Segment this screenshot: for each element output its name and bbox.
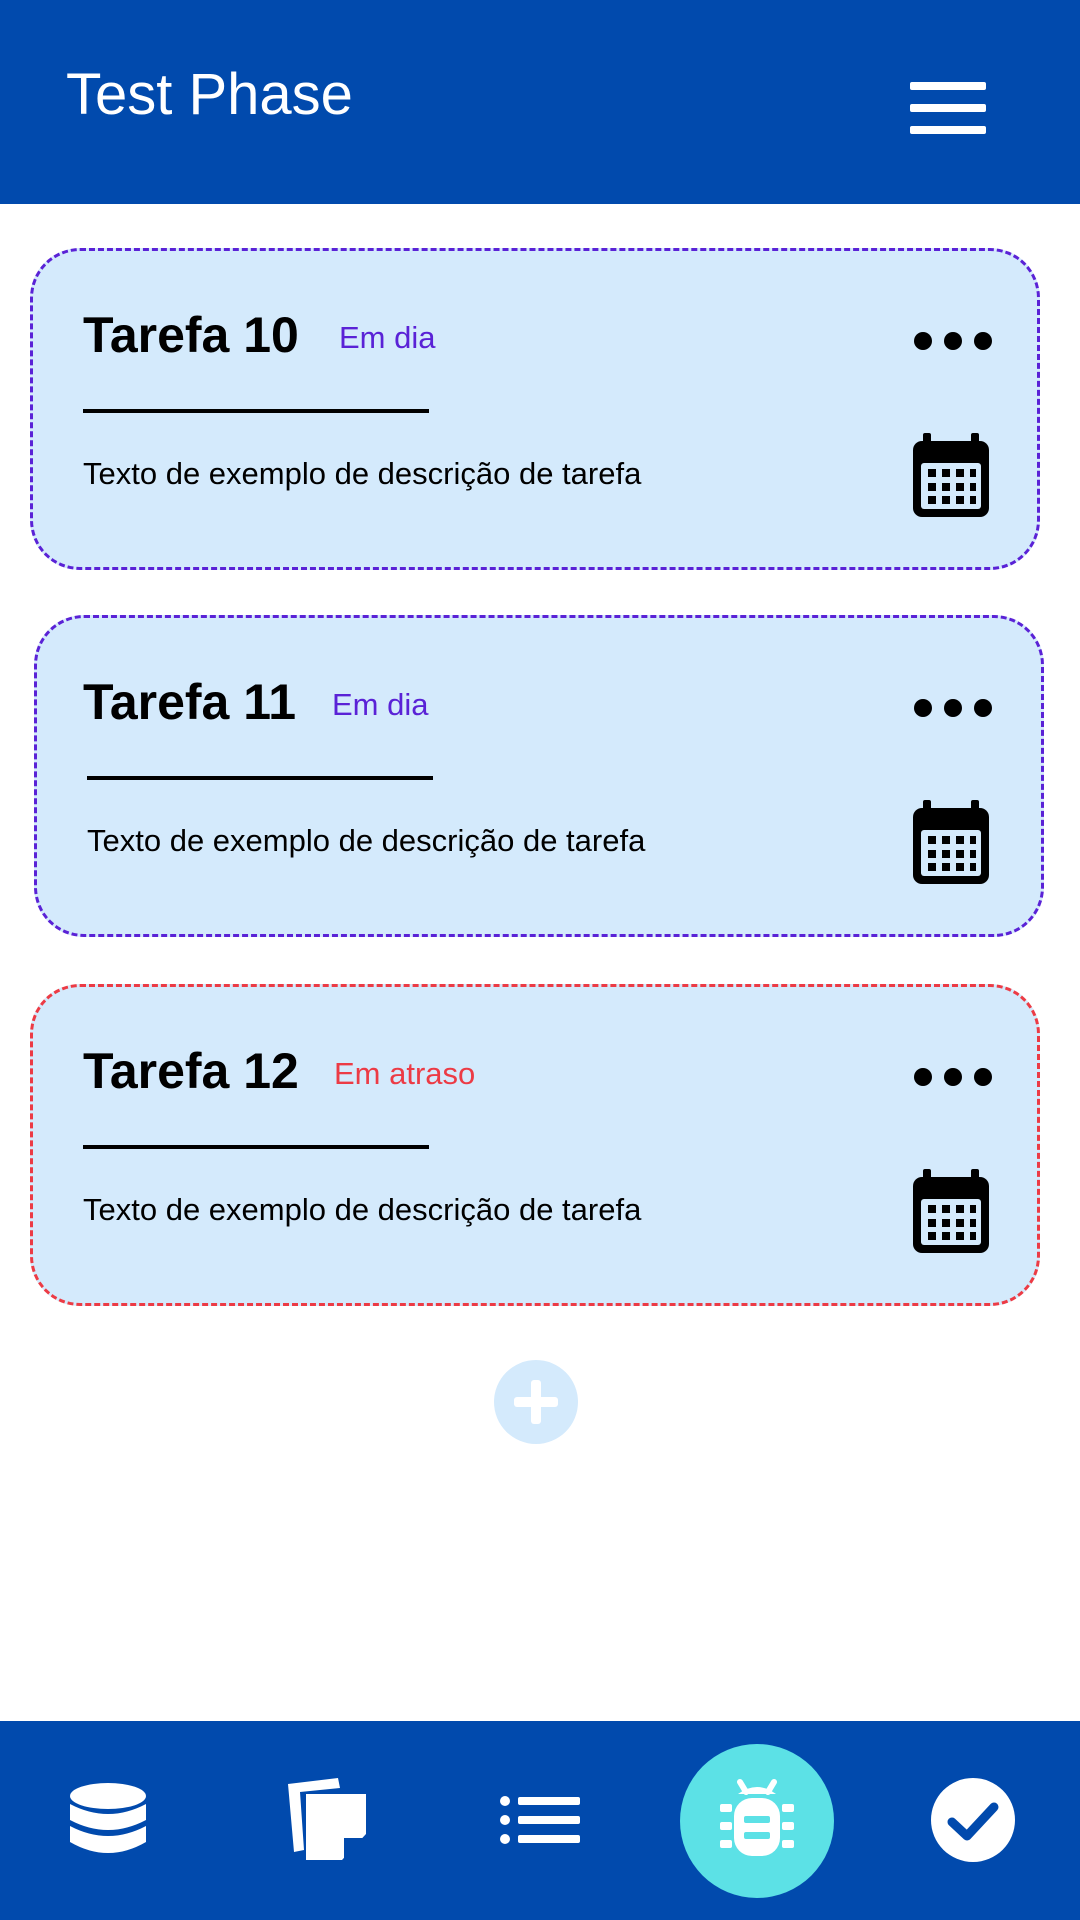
- calendar-icon[interactable]: [911, 433, 991, 519]
- task-divider: [83, 409, 429, 413]
- nav-done-button[interactable]: [930, 1777, 1016, 1863]
- task-description: Texto de exemplo de descrição de tarefa: [87, 823, 646, 858]
- app-header: Test Phase: [0, 0, 1080, 204]
- list-icon: [500, 1796, 580, 1844]
- plus-icon: [514, 1380, 558, 1424]
- nav-bug-button-active[interactable]: [680, 1744, 834, 1898]
- nav-list-button[interactable]: [500, 1796, 580, 1844]
- more-options-icon[interactable]: [913, 688, 993, 728]
- task-status-badge: Em atraso: [334, 1056, 476, 1091]
- task-card[interactable]: Tarefa 10 Em dia Texto de exemplo de des…: [30, 248, 1040, 570]
- nav-notes-button[interactable]: [280, 1776, 368, 1862]
- app-screen: Test Phase Tarefa 10 Em dia Texto de exe…: [0, 0, 1080, 1920]
- task-title: Tarefa 12: [83, 1043, 299, 1099]
- task-card[interactable]: Tarefa 11 Em dia Texto de exemplo de des…: [34, 615, 1044, 937]
- task-title: Tarefa 10: [83, 307, 299, 363]
- task-status-badge: Em dia: [339, 320, 436, 355]
- task-description: Texto de exemplo de descrição de tarefa: [83, 1192, 642, 1227]
- page-title: Test Phase: [66, 62, 353, 127]
- task-description: Texto de exemplo de descrição de tarefa: [83, 456, 642, 491]
- notes-icon: [288, 1778, 366, 1860]
- task-status-badge: Em dia: [332, 687, 429, 722]
- more-options-icon[interactable]: [913, 1057, 993, 1097]
- task-card[interactable]: Tarefa 12 Em atraso Texto de exemplo de …: [30, 984, 1040, 1306]
- add-task-button[interactable]: [494, 1360, 578, 1444]
- calendar-icon[interactable]: [911, 1169, 991, 1255]
- task-divider: [87, 776, 433, 780]
- task-title: Tarefa 11: [83, 674, 297, 730]
- task-divider: [83, 1145, 429, 1149]
- hamburger-menu-icon[interactable]: [908, 80, 988, 136]
- bug-icon: [720, 1779, 794, 1856]
- database-icon: [70, 1783, 146, 1853]
- check-circle-icon: [931, 1778, 1015, 1862]
- more-options-icon[interactable]: [913, 321, 993, 361]
- nav-database-button[interactable]: [68, 1782, 148, 1858]
- calendar-icon[interactable]: [911, 800, 991, 886]
